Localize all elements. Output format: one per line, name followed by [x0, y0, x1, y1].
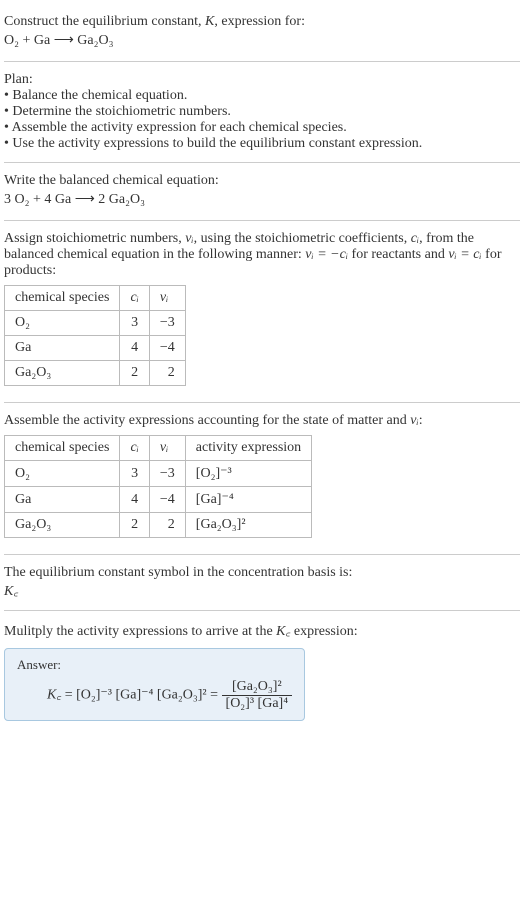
cell-nu: −4: [149, 336, 185, 361]
plan-item: Balance the chemical equation.: [4, 88, 520, 104]
cell-species: Ga: [5, 336, 120, 361]
th-species: chemical species: [5, 436, 120, 461]
c-i: cᵢ: [411, 231, 419, 246]
activity-section: Assemble the activity expressions accoun…: [4, 407, 520, 550]
multiply-text-2: expression:: [290, 624, 357, 639]
activity-text: Assemble the activity expressions accoun…: [4, 413, 520, 429]
answer-label: Answer:: [17, 657, 292, 673]
cell-c: 4: [120, 487, 149, 513]
cell-nu: 2: [149, 513, 185, 538]
cell-nu: −4: [149, 487, 185, 513]
title-K: K: [205, 14, 214, 29]
table-row: O₂ 3 −3: [5, 311, 186, 336]
cell-c: 2: [120, 361, 149, 386]
th-expr: activity expression: [185, 436, 311, 461]
table-row: Ga 4 −4 [Ga]⁻⁴: [5, 487, 312, 513]
stoich-text-4: for reactants and: [348, 247, 448, 262]
activity-text-2: :: [419, 413, 423, 428]
unbalanced-equation: O₂ + Ga ⟶ Ga₂O₃: [4, 30, 520, 51]
rel-2: νᵢ = cᵢ: [448, 247, 481, 262]
table-header-row: chemical species cᵢ νᵢ: [5, 286, 186, 311]
symbol-section: The equilibrium constant symbol in the c…: [4, 559, 520, 606]
cell-species: Ga₂O₃: [5, 361, 120, 386]
divider: [4, 610, 520, 611]
table-row: Ga₂O₃ 2 2 [Ga₂O₃]²: [5, 513, 312, 538]
cell-expr: [Ga]⁻⁴: [185, 487, 311, 513]
cell-nu: 2: [149, 361, 185, 386]
th-species: chemical species: [5, 286, 120, 311]
plan-section: Plan: Balance the chemical equation. Det…: [4, 66, 520, 158]
frac-numerator: [Ga₂O₃]²: [222, 679, 293, 696]
table-row: Ga₂O₃ 2 2: [5, 361, 186, 386]
title-text-1b: , expression for:: [214, 14, 305, 29]
plan-item: Use the activity expressions to build th…: [4, 136, 520, 152]
symbol-text: The equilibrium constant symbol in the c…: [4, 565, 520, 581]
kc-symbol: K꜀: [4, 581, 520, 600]
kc: K꜀: [276, 624, 290, 639]
activity-text-1: Assemble the activity expressions accoun…: [4, 413, 410, 428]
cell-c: 3: [120, 311, 149, 336]
rel-1: νᵢ = −cᵢ: [305, 247, 348, 262]
nu-i: νᵢ: [185, 231, 193, 246]
answer-box: Answer: K꜀ = [O₂]⁻³ [Ga]⁻⁴ [Ga₂O₃]² = [G…: [4, 648, 305, 721]
cell-nu: −3: [149, 461, 185, 487]
plan-item: Determine the stoichiometric numbers.: [4, 104, 520, 120]
stoich-text-1: Assign stoichiometric numbers,: [4, 231, 185, 246]
balanced-section: Write the balanced chemical equation: 3 …: [4, 167, 520, 216]
cell-expr: [O₂]⁻³: [185, 461, 311, 487]
cell-species: O₂: [5, 311, 120, 336]
th-nu: νᵢ: [149, 286, 185, 311]
cell-c: 2: [120, 513, 149, 538]
table-row: O₂ 3 −3 [O₂]⁻³: [5, 461, 312, 487]
multiply-section: Mulitply the activity expressions to arr…: [4, 615, 520, 735]
multiply-text: Mulitply the activity expressions to arr…: [4, 621, 520, 640]
divider: [4, 61, 520, 62]
answer-fraction: [Ga₂O₃]²[O₂]³ [Ga]⁴: [222, 679, 293, 712]
cell-expr: [Ga₂O₃]²: [185, 513, 311, 538]
cell-species: Ga: [5, 487, 120, 513]
cell-species: Ga₂O₃: [5, 513, 120, 538]
answer-equation: K꜀ = [O₂]⁻³ [Ga]⁻⁴ [Ga₂O₃]² = [Ga₂O₃]²[O…: [17, 679, 292, 712]
th-c: cᵢ: [120, 286, 149, 311]
cell-species: O₂: [5, 461, 120, 487]
stoich-table: chemical species cᵢ νᵢ O₂ 3 −3 Ga 4 −4 G…: [4, 285, 186, 386]
divider: [4, 402, 520, 403]
th-c: cᵢ: [120, 436, 149, 461]
cell-c: 4: [120, 336, 149, 361]
header-section: Construct the equilibrium constant, K, e…: [4, 8, 520, 57]
activity-table: chemical species cᵢ νᵢ activity expressi…: [4, 435, 312, 538]
frac-denominator: [O₂]³ [Ga]⁴: [222, 696, 293, 712]
balanced-equation: 3 O₂ + 4 Ga ⟶ 2 Ga₂O₃: [4, 189, 520, 210]
stoich-text: Assign stoichiometric numbers, νᵢ, using…: [4, 231, 520, 279]
title: Construct the equilibrium constant, K, e…: [4, 14, 520, 30]
plan-label: Plan:: [4, 72, 520, 88]
stoich-section: Assign stoichiometric numbers, νᵢ, using…: [4, 225, 520, 398]
answer-eq-part1: = [O₂]⁻³ [Ga]⁻⁴ [Ga₂O₃]² =: [61, 688, 221, 703]
plan-list: Balance the chemical equation. Determine…: [4, 88, 520, 152]
title-text-1: Construct the equilibrium constant,: [4, 14, 205, 29]
divider: [4, 554, 520, 555]
plan-item: Assemble the activity expression for eac…: [4, 120, 520, 136]
cell-c: 3: [120, 461, 149, 487]
answer-kc: K꜀: [47, 688, 61, 703]
cell-nu: −3: [149, 311, 185, 336]
divider: [4, 220, 520, 221]
stoich-text-2: , using the stoichiometric coefficients,: [194, 231, 411, 246]
balanced-label: Write the balanced chemical equation:: [4, 173, 520, 189]
table-row: Ga 4 −4: [5, 336, 186, 361]
multiply-text-1: Mulitply the activity expressions to arr…: [4, 624, 276, 639]
table-header-row: chemical species cᵢ νᵢ activity expressi…: [5, 436, 312, 461]
nu-i: νᵢ: [410, 413, 418, 428]
divider: [4, 162, 520, 163]
th-nu: νᵢ: [149, 436, 185, 461]
